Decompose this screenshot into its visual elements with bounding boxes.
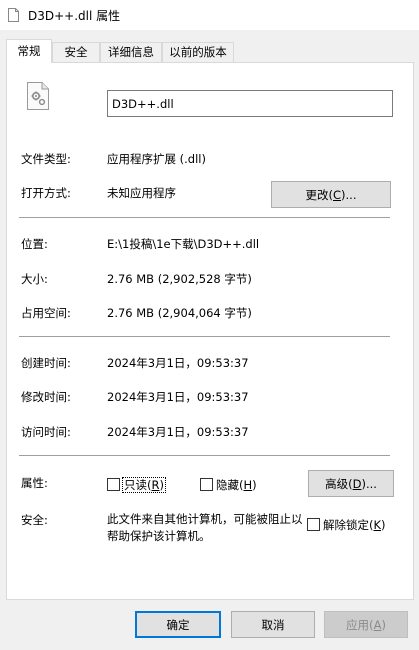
file-name-input[interactable] <box>107 90 393 117</box>
size-on-disk-value: 2.76 MB (2,904,064 字节) <box>107 306 252 320</box>
divider <box>19 336 390 337</box>
modified-value: 2024年3月1日，09:53:37 <box>107 390 249 404</box>
security-label: 安全: <box>21 513 48 527</box>
modified-label: 修改时间: <box>21 390 71 404</box>
divider <box>19 455 390 456</box>
tab-security[interactable]: 安全 <box>52 42 100 62</box>
attributes-label: 属性: <box>21 476 48 490</box>
open-with-value: 未知应用程序 <box>107 186 176 200</box>
ok-button[interactable]: 确定 <box>135 611 221 638</box>
apply-button[interactable]: 应用(A) <box>324 611 408 638</box>
tab-general[interactable]: 常规 <box>6 39 52 63</box>
size-on-disk-label: 占用空间: <box>21 306 71 320</box>
unblock-checkbox[interactable] <box>307 518 320 531</box>
created-label: 创建时间: <box>21 356 71 370</box>
open-with-label: 打开方式: <box>21 186 71 200</box>
file-type-value: 应用程序扩展 (.dll) <box>107 152 206 166</box>
readonly-label[interactable]: 只读(R) <box>122 477 166 493</box>
tab-previous-versions[interactable]: 以前的版本 <box>162 42 234 62</box>
divider <box>19 217 390 218</box>
tab-details[interactable]: 详细信息 <box>100 42 162 62</box>
created-value: 2024年3月1日，09:53:37 <box>107 356 249 370</box>
hidden-checkbox[interactable] <box>200 478 213 491</box>
readonly-checkbox[interactable] <box>107 478 120 491</box>
size-value: 2.76 MB (2,902,528 字节) <box>107 272 252 286</box>
unblock-label[interactable]: 解除锁定(K) <box>323 517 386 533</box>
accessed-value: 2024年3月1日，09:53:37 <box>107 425 249 439</box>
advanced-button[interactable]: 高级(D)... <box>308 470 394 497</box>
window-title: D3D++.dll 属性 <box>28 9 121 23</box>
location-value: E:\1投稿\1e下载\D3D++.dll <box>107 237 260 251</box>
size-label: 大小: <box>21 272 48 286</box>
change-button[interactable]: 更改(C)... <box>271 181 391 208</box>
cancel-button[interactable]: 取消 <box>231 611 315 638</box>
file-type-label: 文件类型: <box>21 152 71 166</box>
dll-file-icon <box>27 82 49 110</box>
file-icon <box>8 8 19 22</box>
security-warning-text: 此文件来自其他计算机，可能被阻止以帮助保护该计算机。 <box>107 512 303 543</box>
location-label: 位置: <box>21 237 48 251</box>
accessed-label: 访问时间: <box>21 425 71 439</box>
hidden-label[interactable]: 隐藏(H) <box>216 477 257 493</box>
